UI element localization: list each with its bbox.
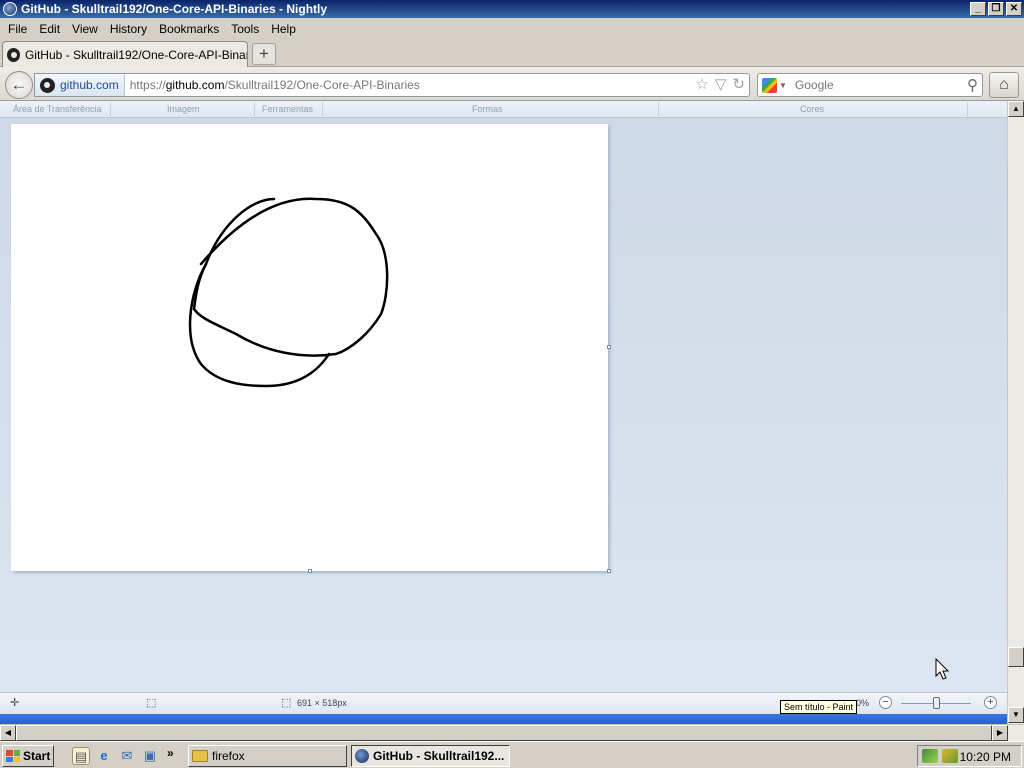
drawn-circle-stroke <box>188 197 331 388</box>
back-button[interactable]: ← <box>5 71 33 99</box>
url-actions: ☆ ▽ ↻ <box>695 76 745 94</box>
canvas-size-label: 691 × 518px <box>297 698 347 708</box>
ribbon-divider <box>967 102 968 116</box>
nightly-app-icon <box>3 2 17 16</box>
nightly-icon <box>355 749 369 763</box>
outlook-express-icon[interactable]: ✉ <box>118 747 136 765</box>
search-icon[interactable]: ⚲ <box>967 76 978 94</box>
canvas-resize-handle-right[interactable] <box>607 345 611 349</box>
tab-label: GitHub - Skulltrail192/One-Core-API-Bina… <box>24 47 247 62</box>
url-history-dropdown-icon[interactable]: ▽ <box>715 76 727 94</box>
home-button[interactable]: ⌂ <box>989 72 1019 98</box>
zoom-level: 0% <box>856 698 870 708</box>
taskbar-tooltip: Sem título - Paint <box>780 700 858 714</box>
bookmark-star-icon[interactable]: ☆ <box>695 76 708 94</box>
site-identity-button[interactable]: github.com <box>35 74 125 96</box>
paint-canvas[interactable] <box>11 124 608 571</box>
ribbon-group-tools: Ferramentas <box>262 104 314 114</box>
menu-bookmarks[interactable]: Bookmarks <box>153 22 225 36</box>
selection-size-icon: ⬚ <box>146 697 157 709</box>
security-icon[interactable] <box>942 749 958 763</box>
window-title-bar[interactable]: GitHub - Skulltrail192/One-Core-API-Bina… <box>0 0 1024 18</box>
github-icon <box>7 47 20 62</box>
taskbar-button-firefox[interactable]: firefox <box>188 745 347 767</box>
menu-help[interactable]: Help <box>265 22 302 36</box>
taskbar-button-label: GitHub - Skulltrail192... <box>373 749 505 763</box>
scroll-down-button[interactable]: ▼ <box>1008 707 1024 723</box>
reload-icon[interactable]: ↻ <box>732 76 745 94</box>
taskbar-button-label: firefox <box>212 749 245 763</box>
menu-bar: File Edit View History Bookmarks Tools H… <box>0 18 1024 39</box>
navigation-toolbar: ← github.com https://github.com/Skulltra… <box>0 67 1024 101</box>
quick-launch-more-icon[interactable]: » <box>167 746 174 760</box>
url-bar[interactable]: github.com https://github.com/Skulltrail… <box>34 73 750 97</box>
media-player-icon[interactable]: ▣ <box>141 747 159 765</box>
captured-taskbar-strip <box>0 714 1007 724</box>
ribbon-divider <box>658 102 659 116</box>
zoom-out-button[interactable]: − <box>879 696 892 709</box>
start-label: Start <box>23 749 51 763</box>
canvas-size-icon: ⬚ <box>281 697 292 709</box>
menu-view[interactable]: View <box>66 22 104 36</box>
zoom-slider-thumb[interactable] <box>933 697 940 709</box>
windows-logo-icon <box>6 750 20 762</box>
ribbon-divider <box>110 102 111 116</box>
horizontal-scrollbar[interactable]: ◀ ▶ <box>0 724 1024 741</box>
ribbon-divider <box>322 102 323 116</box>
mouse-cursor-icon <box>935 658 950 680</box>
scroll-left-button[interactable]: ◀ <box>0 725 16 741</box>
tab-strip: GitHub - Skulltrail192/One-Core-API-Bina… <box>0 39 1024 67</box>
taskbar: Start ▤ e ✉ ▣ » firefox GitHub - Skulltr… <box>0 741 1024 768</box>
menu-edit[interactable]: Edit <box>33 22 66 36</box>
search-input[interactable]: Google <box>795 78 834 92</box>
system-tray: 10:20 PM <box>917 745 1022 767</box>
ribbon-divider <box>254 102 255 116</box>
tab-github[interactable]: GitHub - Skulltrail192/One-Core-API-Bina… <box>2 41 248 67</box>
horizontal-scroll-thumb[interactable] <box>16 725 992 741</box>
show-desktop-icon[interactable]: ▤ <box>72 747 90 765</box>
url-host: github.com <box>165 78 225 92</box>
page-content: Área de Transferência Imagem Ferramentas… <box>0 101 1007 724</box>
ribbon-group-colors: Cores <box>800 104 825 114</box>
drawn-circle-stroke <box>192 197 389 357</box>
folder-icon <box>192 750 208 762</box>
site-identity-label: github.com <box>60 78 119 92</box>
chevron-down-icon[interactable]: ▼ <box>779 81 787 90</box>
internet-explorer-icon[interactable]: e <box>95 747 113 765</box>
menu-history[interactable]: History <box>104 22 153 36</box>
ribbon-group-clipboard: Área de Transferência <box>13 104 102 114</box>
ribbon-group-shapes: Formas <box>472 104 503 114</box>
window-title: GitHub - Skulltrail192/One-Core-API-Bina… <box>21 2 328 16</box>
clock[interactable]: 10:20 PM <box>960 750 1011 764</box>
cursor-position-icon: ✛ <box>10 697 20 709</box>
new-tab-button[interactable]: + <box>252 43 276 65</box>
scroll-up-button[interactable]: ▲ <box>1008 101 1024 117</box>
ribbon-group-image: Imagem <box>167 104 200 114</box>
close-button[interactable]: ✕ <box>1006 2 1022 16</box>
paint-ribbon-group-labels: Área de Transferência Imagem Ferramentas… <box>0 101 1007 118</box>
menu-file[interactable]: File <box>2 22 33 36</box>
vertical-scrollbar[interactable]: ▲ ▼ <box>1007 101 1024 724</box>
menu-tools[interactable]: Tools <box>225 22 265 36</box>
maximize-button[interactable]: ❐ <box>988 2 1004 16</box>
freehand-drawing <box>188 197 389 388</box>
taskbar-button-github[interactable]: GitHub - Skulltrail192... <box>351 745 510 767</box>
scroll-right-button[interactable]: ▶ <box>992 725 1008 741</box>
canvas-resize-handle-corner[interactable] <box>607 569 611 573</box>
start-button[interactable]: Start <box>2 745 54 767</box>
search-bar[interactable]: ▼ Google ⚲ <box>757 73 983 97</box>
zoom-in-button[interactable]: + <box>984 696 997 709</box>
vertical-scroll-thumb[interactable] <box>1008 647 1024 667</box>
url-text[interactable]: https://github.com/Skulltrail192/One-Cor… <box>125 78 420 92</box>
window-controls: _ ❐ ✕ <box>970 2 1022 16</box>
url-prefix: https:// <box>129 78 166 92</box>
network-icon[interactable] <box>922 749 938 763</box>
minimize-button[interactable]: _ <box>970 2 986 16</box>
google-engine-icon[interactable] <box>762 77 777 93</box>
github-icon <box>40 77 55 93</box>
url-path: /Skulltrail192/One-Core-API-Binaries <box>224 78 420 92</box>
canvas-resize-handle-bottom[interactable] <box>308 569 312 573</box>
